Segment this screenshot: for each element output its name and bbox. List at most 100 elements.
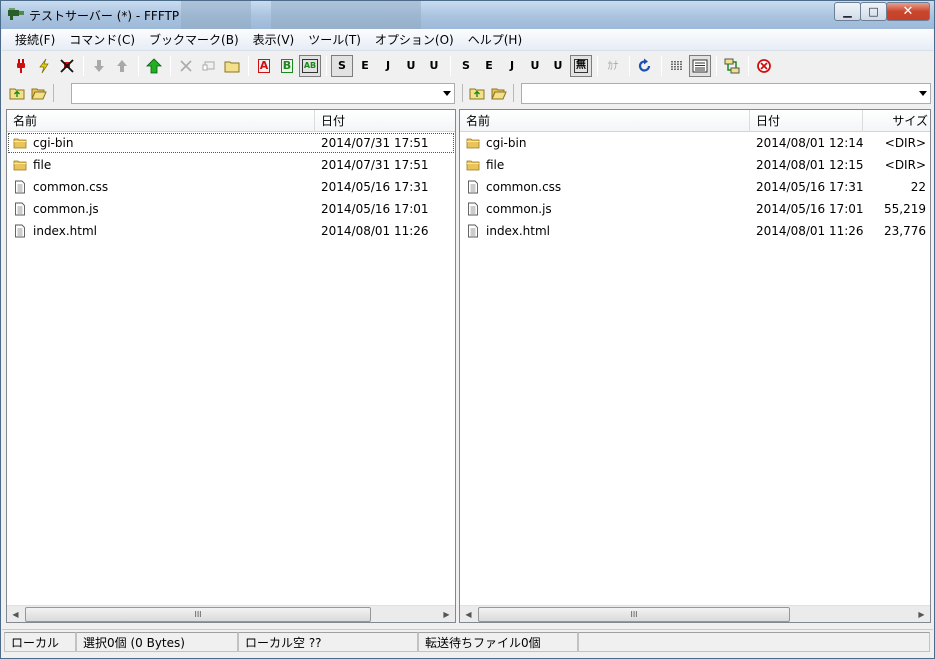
local-col-name[interactable]: 名前 xyxy=(7,110,315,132)
arrow-up-icon xyxy=(117,59,127,72)
minimize-button[interactable]: ▁ xyxy=(834,2,861,21)
local-file-row[interactable]: index.html 2014/08/01 11:26 xyxy=(7,220,455,242)
local-jis-button[interactable]: J xyxy=(377,55,399,77)
remote-change-dir-button[interactable] xyxy=(488,83,510,103)
disconnect-button[interactable] xyxy=(56,55,78,77)
local-file-row[interactable]: cgi-bin 2014/07/31 17:51 xyxy=(7,132,455,154)
local-col-date[interactable]: 日付 xyxy=(315,110,455,132)
local-file-row[interactable]: file 2014/07/31 17:51 xyxy=(7,154,455,176)
remote-col-date[interactable]: 日付 xyxy=(750,110,863,132)
path-separator xyxy=(513,84,514,102)
local-file-row[interactable]: common.css 2014/05/16 17:31 xyxy=(7,176,455,198)
download-button[interactable] xyxy=(88,55,110,77)
remote-utf8bom-button[interactable]: U xyxy=(547,55,569,77)
green-arrow-up-icon xyxy=(146,57,162,73)
scroll-right-icon[interactable]: ▶ xyxy=(438,606,455,622)
remote-file-row[interactable]: file 2014/08/01 12:15 <DIR> xyxy=(460,154,930,176)
quick-connect-button[interactable] xyxy=(33,55,55,77)
remote-file-row[interactable]: common.js 2014/05/16 17:01 55,219 xyxy=(460,198,930,220)
local-hscrollbar[interactable]: ◀ III ▶ xyxy=(7,605,455,622)
menu-options[interactable]: オプション(O) xyxy=(368,29,461,51)
mirror-upload-button[interactable] xyxy=(143,55,165,77)
status-selection: 選択0個 (0 Bytes) xyxy=(76,632,238,652)
local-jis-label: J xyxy=(385,59,391,72)
remote-cell-name: cgi-bin xyxy=(460,132,750,154)
remote-hscroll-thumb[interactable]: III xyxy=(478,607,790,622)
file-date: 2014/08/01 12:15 xyxy=(756,158,863,172)
disconnect-icon xyxy=(60,58,74,73)
menu-view[interactable]: 表示(V) xyxy=(246,29,302,51)
lightning-icon xyxy=(39,58,49,73)
menu-bookmark[interactable]: ブックマーク(B) xyxy=(142,29,246,51)
remote-hscrollbar[interactable]: ◀ III ▶ xyxy=(460,605,930,622)
folder-icon xyxy=(13,160,27,171)
file-date: 2014/05/16 17:01 xyxy=(321,202,429,216)
scroll-left-icon[interactable]: ◀ xyxy=(7,606,24,622)
binary-mode-button[interactable]: B xyxy=(276,55,298,77)
local-sjis-button[interactable]: S xyxy=(331,54,353,77)
toolbar-separator xyxy=(248,55,249,76)
remote-sjis-button[interactable]: S xyxy=(455,55,477,77)
remote-file-row[interactable]: cgi-bin 2014/08/01 12:14 <DIR> xyxy=(460,132,930,154)
minimize-icon: ▁ xyxy=(843,5,852,18)
local-file-row[interactable]: common.js 2014/05/16 17:01 xyxy=(7,198,455,220)
remote-jis-button[interactable]: J xyxy=(501,55,523,77)
scroll-left-icon[interactable]: ◀ xyxy=(460,606,477,622)
maximize-button[interactable]: □ xyxy=(860,2,887,21)
menu-tools[interactable]: ツール(T) xyxy=(301,29,368,51)
remote-col-size[interactable]: サイズ xyxy=(863,110,930,132)
remote-utf8n-button[interactable]: U xyxy=(524,55,546,77)
remote-file-list[interactable]: 名前 日付 サイズ cgi-bin 2014/08/01 12:14 <DIR> fi… xyxy=(459,109,931,623)
menu-connect[interactable]: 接続(F) xyxy=(2,29,62,51)
refresh-button[interactable] xyxy=(634,55,656,77)
remote-up-dir-button[interactable] xyxy=(466,83,488,103)
binary-mode-label: B xyxy=(280,58,294,73)
remote-cell-name: common.js xyxy=(460,198,750,220)
scroll-right-icon[interactable]: ▶ xyxy=(913,606,930,622)
upload-button[interactable] xyxy=(111,55,133,77)
file-name: file xyxy=(486,158,505,172)
remote-path-combo[interactable] xyxy=(521,83,931,104)
file-size: <DIR> xyxy=(884,158,926,172)
remote-euc-label: E xyxy=(485,59,493,72)
local-utf8bom-button[interactable]: U xyxy=(423,55,445,77)
connect-button[interactable] xyxy=(10,55,32,77)
stop-icon xyxy=(757,58,771,73)
detail-view-button[interactable] xyxy=(689,54,711,77)
local-hscroll-thumb[interactable]: III xyxy=(25,607,371,622)
no-convert-button[interactable]: 無 xyxy=(570,54,592,77)
close-button[interactable]: ✕ xyxy=(886,2,930,21)
delete-button[interactable] xyxy=(175,55,197,77)
abort-button[interactable] xyxy=(753,55,775,77)
rename-button[interactable] xyxy=(198,55,220,77)
kana-button[interactable]: ｶﾅ xyxy=(602,55,624,77)
file-date: 2014/05/16 17:01 xyxy=(756,202,863,216)
file-icon xyxy=(15,224,25,238)
remote-col-name[interactable]: 名前 xyxy=(460,110,750,132)
file-date: 2014/07/31 17:51 xyxy=(321,136,429,150)
list-view-button[interactable] xyxy=(666,55,688,77)
remote-file-row[interactable]: index.html 2014/08/01 11:26 23,776 xyxy=(460,220,930,242)
menu-help[interactable]: ヘルプ(H) xyxy=(461,29,529,51)
local-up-dir-button[interactable] xyxy=(6,83,28,103)
local-rows: cgi-bin 2014/07/31 17:51 file 2014/07/31 17… xyxy=(7,132,455,242)
auto-mode-button[interactable]: AB xyxy=(299,54,321,77)
local-path-combo[interactable] xyxy=(71,83,455,104)
toolbar-separator xyxy=(83,55,84,76)
remote-cell-name: common.css xyxy=(460,176,750,198)
file-date: 2014/07/31 17:51 xyxy=(321,158,429,172)
file-name: index.html xyxy=(486,224,550,238)
toolbar: A B AB S E J U U S E J U U 無 ｶﾅ xyxy=(2,52,933,79)
menu-command[interactable]: コマンド(C) xyxy=(62,29,142,51)
local-file-list[interactable]: 名前 日付 cgi-bin 2014/07/31 17:51 file 2014/07… xyxy=(6,109,456,623)
list-view-icon xyxy=(671,60,682,71)
remote-euc-button[interactable]: E xyxy=(478,55,500,77)
local-euc-button[interactable]: E xyxy=(354,55,376,77)
remote-file-row[interactable]: common.css 2014/05/16 17:31 22 xyxy=(460,176,930,198)
mkdir-button[interactable] xyxy=(221,55,243,77)
ascii-mode-button[interactable]: A xyxy=(253,55,275,77)
sync-dir-button[interactable] xyxy=(721,55,743,77)
local-change-dir-button[interactable] xyxy=(28,83,50,103)
title-bar[interactable]: テストサーバー (*) - FFFTP ▁ □ ✕ xyxy=(1,1,934,29)
local-utf8n-button[interactable]: U xyxy=(400,55,422,77)
